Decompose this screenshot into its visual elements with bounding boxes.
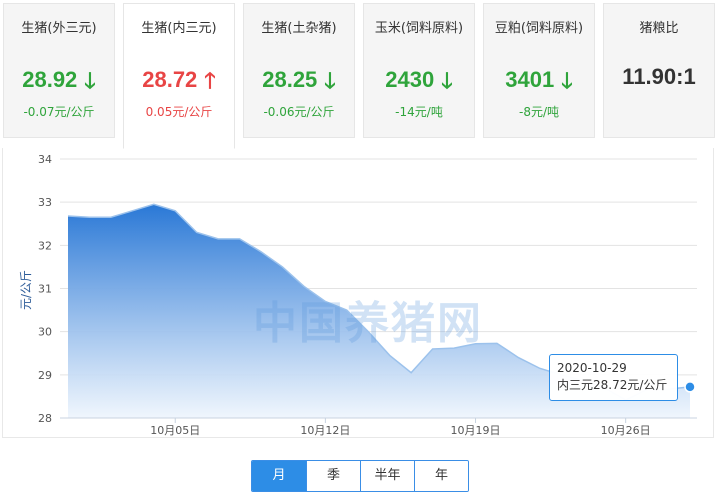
tab-change: -0.07元/公斤 <box>23 105 95 119</box>
tab-pig-tuzazhu[interactable]: 生猪(土杂猪) 28.25 🡓 -0.06元/公斤 <box>243 3 355 138</box>
price-value: 28.92 <box>22 67 78 92</box>
chart-tooltip: 2020-10-29 内三元28.72元/公斤 <box>549 354 678 401</box>
tab-corn[interactable]: 玉米(饲料原料) 2430 🡓 -14元/吨 <box>363 3 475 138</box>
arrow-down-icon: 🡓 <box>441 68 453 93</box>
range-halfyear-button[interactable]: 半年 <box>360 461 414 491</box>
range-quarter-button[interactable]: 季 <box>306 461 360 491</box>
tab-label: 玉米(饲料原料) <box>374 21 464 36</box>
price-value: 2430 <box>385 67 435 92</box>
tab-label: 生猪(外三元) <box>21 21 97 36</box>
tab-price: 2430 🡓 <box>364 64 474 102</box>
arrow-down-icon: 🡓 <box>561 68 573 93</box>
tab-label: 生猪(土杂猪) <box>261 21 337 36</box>
tab-pig-neisanyuan[interactable]: 生猪(内三元) 28.72 🡑 0.05元/公斤 <box>123 3 235 149</box>
tab-price: 28.92 🡓 <box>4 64 114 102</box>
tab-label: 豆粕(饲料原料) <box>494 21 584 36</box>
range-selector: 月 季 半年 年 <box>251 460 469 492</box>
tab-pig-waisanyuan[interactable]: 生猪(外三元) 28.92 🡓 -0.07元/公斤 <box>3 3 115 138</box>
arrow-up-icon: 🡑 <box>204 68 216 93</box>
tab-price: 28.25 🡓 <box>244 64 354 102</box>
tab-label: 生猪(内三元) <box>141 21 217 36</box>
price-value: 3401 <box>505 67 555 92</box>
tab-change: -0.06元/公斤 <box>263 105 335 119</box>
tab-price: 3401 🡓 <box>484 64 594 102</box>
tab-price: 28.72 🡑 <box>124 64 234 102</box>
tab-pig-grain-ratio[interactable]: 猪粮比 11.90:1 <box>603 3 715 138</box>
tab-price: 11.90:1 <box>622 64 696 89</box>
watermark-text: 中国养猪网 <box>253 298 483 349</box>
product-tabs: 生猪(外三元) 28.92 🡓 -0.07元/公斤 生猪(内三元) 28.72 🡑 … <box>0 0 716 149</box>
arrow-down-icon: 🡓 <box>84 68 96 93</box>
tab-change: -14元/吨 <box>395 105 443 119</box>
range-month-button[interactable]: 月 <box>252 461 306 491</box>
tab-change: -8元/吨 <box>518 105 559 119</box>
tab-soybean-meal[interactable]: 豆粕(饲料原料) 3401 🡓 -8元/吨 <box>483 3 595 138</box>
tab-label: 猪粮比 <box>639 21 679 36</box>
tab-change: 0.05元/公斤 <box>145 105 213 119</box>
range-year-button[interactable]: 年 <box>414 461 468 491</box>
tooltip-value: 内三元28.72元/公斤 <box>557 378 668 392</box>
arrow-down-icon: 🡓 <box>324 68 336 93</box>
price-value: 28.72 <box>142 67 198 92</box>
tooltip-date: 2020-10-29 <box>557 361 627 375</box>
price-value: 28.25 <box>262 67 318 92</box>
